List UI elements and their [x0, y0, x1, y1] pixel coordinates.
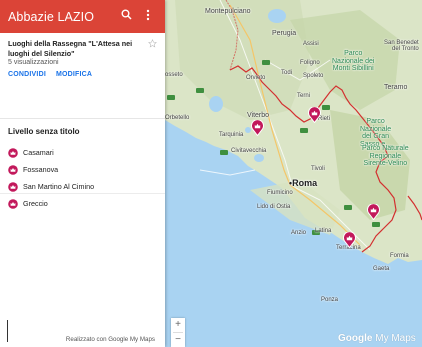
label-orbetello: Orbetello [165, 115, 190, 121]
map-actions: CONDIVIDI MODIFICA [8, 71, 157, 78]
label-todi: Todi [281, 70, 293, 76]
label-spoleto: Spoleto [303, 73, 324, 79]
label-parco-sirente: Parco Naturale Regionale Sirente-Velino [362, 145, 409, 168]
divider [0, 193, 165, 194]
label-anzio: Anzio [291, 230, 307, 236]
list-item-label: Fossanova [23, 165, 59, 174]
label-gaeta: Gaeta [373, 266, 390, 272]
label-terni: Terni [297, 93, 311, 99]
label-grosseto: osseto [165, 72, 183, 78]
label-viterbo: Viterbo [247, 112, 270, 119]
label-latina: Latina [315, 228, 332, 234]
footer-credit[interactable]: Realizzato con Google My Maps [0, 336, 165, 343]
label-formia: Formia [390, 253, 409, 259]
lake-bracciano [254, 154, 264, 162]
label-foligno: Foligno [300, 60, 320, 66]
list-item-greccio[interactable]: Greccio [8, 195, 157, 212]
list-item-casamari[interactable]: Casamari [8, 144, 157, 161]
abbey-icon [8, 181, 18, 192]
map-info: Luoghi della Rassegna "L'Attesa nei luog… [0, 33, 165, 119]
label-perugia: Perugia [272, 30, 297, 37]
marker-greccio[interactable] [308, 107, 321, 123]
list-item-label: Greccio [23, 199, 48, 208]
list-item-label: San Martino Al Cimino [23, 182, 95, 191]
panel-header: Abbazie LAZIO [0, 0, 165, 33]
label-civitavecchia: Civitavecchia [231, 148, 267, 154]
zoom-out-button[interactable]: − [171, 333, 185, 347]
lake-bolsena [209, 96, 223, 112]
edit-button[interactable]: MODIFICA [56, 71, 92, 78]
search-icon[interactable] [121, 9, 132, 20]
label-parco-sibillini: Parco Nazionale dei Monti Sibillini [332, 50, 375, 73]
label-roma-text: Roma [292, 178, 318, 188]
google-my-maps-logo: Google My Maps [338, 333, 416, 344]
label-assisi: Assisi [303, 41, 319, 47]
abbey-icon [8, 147, 18, 158]
map-title: Abbazie LAZIO [8, 9, 95, 24]
label-tarquinia: Tarquinia [219, 132, 244, 138]
label-tivoli: Tivoli [311, 166, 325, 172]
label-fiumicino: Fiumicino [267, 190, 293, 196]
star-icon[interactable] [148, 39, 157, 48]
list-item-label: Casamari [23, 148, 54, 157]
more-vert-icon[interactable] [146, 9, 150, 21]
label-ponza: Ponza [321, 297, 339, 303]
label-montepulciano: Montepulciano [205, 8, 251, 15]
view-count: 5 visualizzazioni [8, 59, 59, 67]
lake-trasimeno [268, 9, 286, 23]
share-button[interactable]: CONDIVIDI [8, 71, 46, 78]
label-teramo: Teramo [384, 84, 408, 91]
abbey-icon [8, 164, 18, 175]
abbey-icon [8, 198, 18, 209]
zoom-control: + − [171, 318, 185, 347]
google-logo-text: Google [338, 333, 373, 344]
label-lido-ostia: Lido di Ostia [257, 204, 291, 210]
list-item-fossanova[interactable]: Fossanova [8, 161, 157, 178]
label-orvieto: Orvieto [246, 75, 266, 81]
my-maps-logo-text: My Maps [375, 333, 416, 344]
layer-section: Livello senza titolo Casamari Fossanova … [0, 119, 165, 212]
zoom-in-button[interactable]: + [171, 318, 185, 332]
marker-san-martino[interactable] [251, 120, 264, 136]
layer-title: Livello senza titolo [8, 127, 80, 136]
marker-casamari[interactable] [367, 204, 380, 220]
label-roma: •Roma [289, 178, 318, 188]
marker-fossanova[interactable] [343, 232, 356, 248]
map-description: Luoghi della Rassegna "L'Attesa nei luog… [8, 39, 133, 58]
side-panel: Abbazie LAZIO Luoghi della Rassegna "L'A… [0, 0, 165, 347]
label-san-benedetto: San Benedet del Tronto [384, 40, 419, 52]
